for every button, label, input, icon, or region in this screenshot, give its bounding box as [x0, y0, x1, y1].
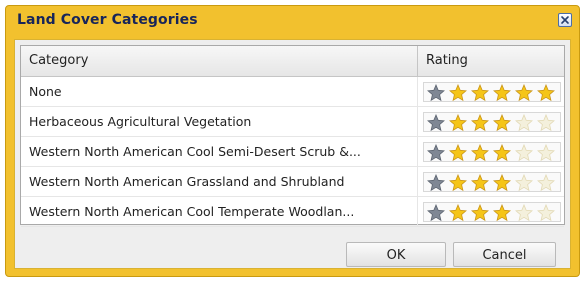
star-icon[interactable] — [449, 174, 467, 192]
star-icon[interactable] — [493, 204, 511, 222]
star-icon[interactable] — [537, 204, 555, 222]
category-cell: Western North American Grassland and Shr… — [21, 167, 418, 196]
star-rating[interactable] — [423, 172, 561, 192]
column-header-rating[interactable]: Rating — [418, 46, 564, 76]
category-grid: Category Rating None Herbaceous Agricult… — [20, 45, 565, 227]
table-row[interactable]: Herbaceous Agricultural Vegetation — [21, 107, 564, 137]
table-row[interactable]: Western North American Cool Temperate Wo… — [21, 197, 564, 227]
star-icon[interactable] — [493, 84, 511, 102]
rating-cell — [418, 167, 564, 196]
star-icon[interactable] — [471, 174, 489, 192]
star-icon[interactable] — [471, 114, 489, 132]
star-icon[interactable] — [471, 84, 489, 102]
star-rating[interactable] — [423, 82, 561, 102]
star-icon[interactable] — [515, 114, 533, 132]
table-row[interactable]: Western North American Grassland and Shr… — [21, 167, 564, 197]
table-row[interactable]: Western North American Cool Semi-Desert … — [21, 137, 564, 167]
land-cover-dialog: Land Cover Categories Category Rating No… — [5, 5, 580, 277]
dialog-title: Land Cover Categories — [17, 12, 198, 28]
column-header-category[interactable]: Category — [21, 46, 418, 76]
grid-header: Category Rating — [21, 46, 564, 77]
star-icon[interactable] — [493, 174, 511, 192]
rating-cell — [418, 107, 564, 136]
star-rating[interactable] — [423, 112, 561, 132]
star-icon[interactable] — [515, 204, 533, 222]
clear-rating-star-icon[interactable] — [427, 114, 445, 132]
clear-rating-star-icon[interactable] — [427, 84, 445, 102]
clear-rating-star-icon[interactable] — [427, 204, 445, 222]
star-icon[interactable] — [471, 204, 489, 222]
category-cell: Herbaceous Agricultural Vegetation — [21, 107, 418, 136]
star-icon[interactable] — [515, 174, 533, 192]
dialog-titlebar[interactable]: Land Cover Categories — [6, 6, 579, 36]
close-button[interactable] — [558, 13, 572, 27]
table-row[interactable]: None — [21, 77, 564, 107]
star-icon[interactable] — [493, 144, 511, 162]
clear-rating-star-icon[interactable] — [427, 174, 445, 192]
category-cell: Western North American Cool Temperate Wo… — [21, 197, 418, 226]
star-icon[interactable] — [449, 84, 467, 102]
star-icon[interactable] — [493, 114, 511, 132]
star-icon[interactable] — [449, 114, 467, 132]
dialog-body: Category Rating None Herbaceous Agricult… — [14, 39, 571, 269]
ok-button[interactable]: OK — [346, 242, 446, 267]
star-icon[interactable] — [537, 174, 555, 192]
close-icon — [561, 16, 569, 24]
rating-cell — [418, 197, 564, 226]
rating-cell — [418, 137, 564, 166]
star-rating[interactable] — [423, 142, 561, 162]
star-icon[interactable] — [471, 144, 489, 162]
rating-cell — [418, 77, 564, 106]
cancel-button[interactable]: Cancel — [453, 242, 556, 267]
category-cell: Western North American Cool Semi-Desert … — [21, 137, 418, 166]
star-icon[interactable] — [537, 144, 555, 162]
star-icon[interactable] — [537, 114, 555, 132]
star-icon[interactable] — [449, 204, 467, 222]
star-icon[interactable] — [537, 84, 555, 102]
star-icon[interactable] — [515, 144, 533, 162]
clear-rating-star-icon[interactable] — [427, 144, 445, 162]
star-icon[interactable] — [515, 84, 533, 102]
star-icon[interactable] — [449, 144, 467, 162]
star-rating[interactable] — [423, 202, 561, 222]
category-cell: None — [21, 77, 418, 106]
